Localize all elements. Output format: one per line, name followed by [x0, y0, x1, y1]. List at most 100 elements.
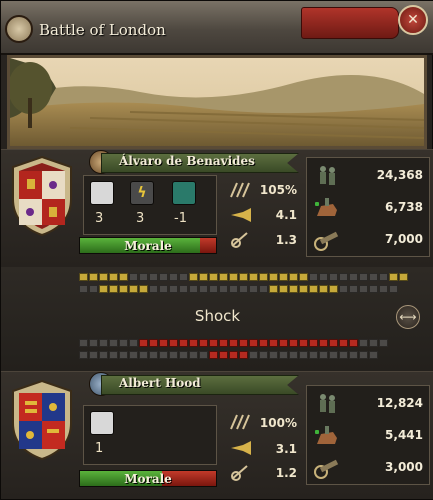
- regiment-cell[interactable]: [149, 339, 158, 347]
- regiment-cell[interactable]: [229, 273, 238, 281]
- regiment-cell[interactable]: [179, 285, 188, 293]
- regiment-cell[interactable]: [169, 339, 178, 347]
- regiment-cell[interactable]: [329, 285, 338, 293]
- regiment-cell[interactable]: [119, 339, 128, 347]
- regiment-cell[interactable]: [259, 273, 268, 281]
- regiment-cell[interactable]: [139, 285, 148, 293]
- regiment-cell[interactable]: [289, 339, 298, 347]
- regiment-cell[interactable]: [199, 285, 208, 293]
- regiment-cell[interactable]: [289, 351, 298, 359]
- regiment-cell[interactable]: [149, 273, 158, 281]
- regiment-cell[interactable]: [339, 339, 348, 347]
- attacker-commander-name[interactable]: Álvaro de Benavides: [119, 154, 255, 168]
- regiment-cell[interactable]: [129, 273, 138, 281]
- regiment-cell[interactable]: [109, 285, 118, 293]
- regiment-cell[interactable]: [329, 351, 338, 359]
- regiment-cell[interactable]: [229, 339, 238, 347]
- regiment-cell[interactable]: [209, 339, 218, 347]
- regiment-cell[interactable]: [289, 273, 298, 281]
- regiment-cell[interactable]: [369, 273, 378, 281]
- regiment-cell[interactable]: [149, 351, 158, 359]
- regiment-cell[interactable]: [79, 273, 88, 281]
- regiment-cell[interactable]: [229, 285, 238, 293]
- regiment-cell[interactable]: [289, 285, 298, 293]
- regiment-cell[interactable]: [159, 273, 168, 281]
- regiment-cell[interactable]: [219, 339, 228, 347]
- regiment-cell[interactable]: [159, 351, 168, 359]
- regiment-cell[interactable]: [209, 285, 218, 293]
- attacker-morale-bar[interactable]: Morale: [79, 237, 217, 254]
- regiment-cell[interactable]: [269, 273, 278, 281]
- attacker-coat-of-arms[interactable]: [9, 155, 75, 237]
- defender-morale-bar[interactable]: Morale: [79, 470, 217, 487]
- regiment-cell[interactable]: [309, 285, 318, 293]
- regiment-cell[interactable]: [219, 273, 228, 281]
- regiment-cell[interactable]: [389, 273, 398, 281]
- regiment-cell[interactable]: [249, 351, 258, 359]
- regiment-cell[interactable]: [329, 273, 338, 281]
- regiment-cell[interactable]: [179, 273, 188, 281]
- swap-view-button[interactable]: ⟷: [396, 305, 420, 329]
- regiment-cell[interactable]: [319, 351, 328, 359]
- regiment-cell[interactable]: [129, 339, 138, 347]
- regiment-cell[interactable]: [169, 351, 178, 359]
- regiment-cell[interactable]: [129, 285, 138, 293]
- regiment-cell[interactable]: [379, 285, 388, 293]
- regiment-cell[interactable]: [319, 339, 328, 347]
- regiment-cell[interactable]: [349, 339, 358, 347]
- regiment-cell[interactable]: [229, 351, 238, 359]
- regiment-cell[interactable]: [259, 351, 268, 359]
- regiment-cell[interactable]: [169, 273, 178, 281]
- regiment-cell[interactable]: [359, 273, 368, 281]
- regiment-cell[interactable]: [79, 351, 88, 359]
- regiment-cell[interactable]: [199, 339, 208, 347]
- regiment-cell[interactable]: [279, 351, 288, 359]
- regiment-cell[interactable]: [339, 285, 348, 293]
- regiment-cell[interactable]: [189, 351, 198, 359]
- regiment-cell[interactable]: [359, 339, 368, 347]
- regiment-cell[interactable]: [249, 285, 258, 293]
- regiment-cell[interactable]: [299, 351, 308, 359]
- regiment-cell[interactable]: [159, 285, 168, 293]
- regiment-cell[interactable]: [89, 273, 98, 281]
- regiment-cell[interactable]: [79, 285, 88, 293]
- regiment-cell[interactable]: [329, 339, 338, 347]
- regiment-cell[interactable]: [89, 351, 98, 359]
- regiment-cell[interactable]: [299, 339, 308, 347]
- regiment-cell[interactable]: [189, 339, 198, 347]
- regiment-cell[interactable]: [89, 285, 98, 293]
- regiment-cell[interactable]: [299, 273, 308, 281]
- regiment-cell[interactable]: [129, 351, 138, 359]
- regiment-cell[interactable]: [239, 273, 248, 281]
- regiment-cell[interactable]: [259, 339, 268, 347]
- regiment-cell[interactable]: [79, 339, 88, 347]
- regiment-cell[interactable]: [189, 273, 198, 281]
- regiment-cell[interactable]: [119, 273, 128, 281]
- regiment-cell[interactable]: [279, 273, 288, 281]
- regiment-cell[interactable]: [269, 339, 278, 347]
- regiment-cell[interactable]: [99, 285, 108, 293]
- regiment-cell[interactable]: [209, 273, 218, 281]
- regiment-cell[interactable]: [109, 273, 118, 281]
- regiment-cell[interactable]: [379, 273, 388, 281]
- regiment-cell[interactable]: [349, 351, 358, 359]
- regiment-cell[interactable]: [109, 339, 118, 347]
- regiment-cell[interactable]: [99, 351, 108, 359]
- regiment-cell[interactable]: [89, 339, 98, 347]
- regiment-cell[interactable]: [249, 273, 258, 281]
- regiment-cell[interactable]: [309, 351, 318, 359]
- regiment-cell[interactable]: [169, 285, 178, 293]
- regiment-cell[interactable]: [179, 339, 188, 347]
- regiment-cell[interactable]: [209, 351, 218, 359]
- regiment-cell[interactable]: [369, 285, 378, 293]
- regiment-cell[interactable]: [239, 285, 248, 293]
- regiment-cell[interactable]: [99, 273, 108, 281]
- regiment-cell[interactable]: [199, 351, 208, 359]
- regiment-cell[interactable]: [219, 285, 228, 293]
- regiment-cell[interactable]: [189, 285, 198, 293]
- regiment-cell[interactable]: [369, 351, 378, 359]
- regiment-cell[interactable]: [389, 285, 398, 293]
- regiment-cell[interactable]: [359, 351, 368, 359]
- regiment-cell[interactable]: [109, 351, 118, 359]
- regiment-cell[interactable]: [279, 339, 288, 347]
